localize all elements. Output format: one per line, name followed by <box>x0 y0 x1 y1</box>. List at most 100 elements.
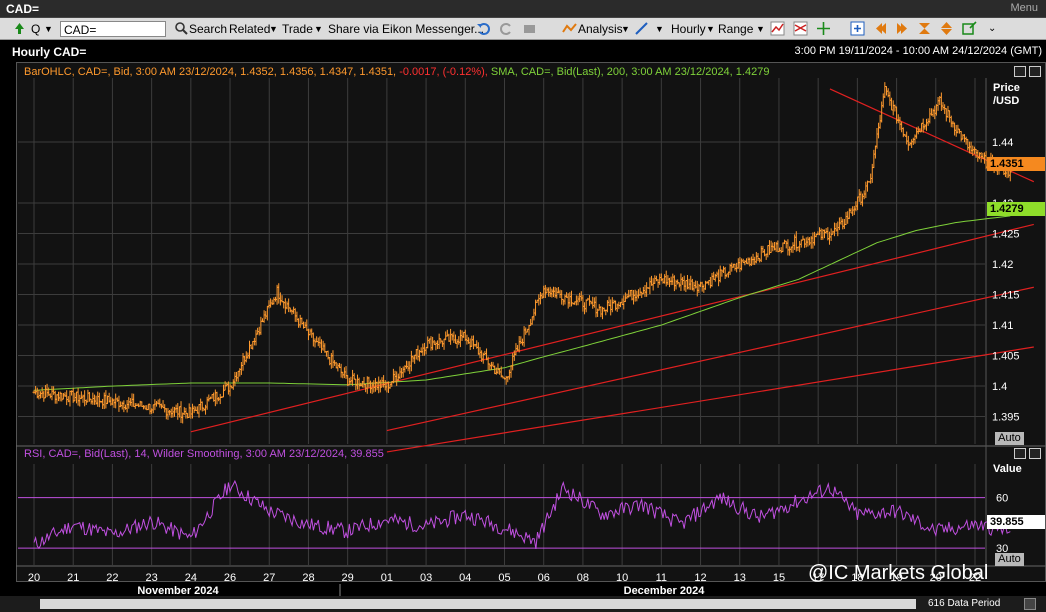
price-bar <box>295 311 299 322</box>
price-bar <box>218 393 222 405</box>
price-bar <box>395 371 399 386</box>
x-day-tick-label: 27 <box>263 572 275 584</box>
price-bar <box>682 275 686 291</box>
price-bar <box>431 336 435 351</box>
time-scrollbar[interactable] <box>40 599 916 609</box>
sma-value-badge: 1.4279 <box>987 202 1045 216</box>
price-bar <box>101 398 105 409</box>
price-bar <box>298 314 302 328</box>
price-bar <box>587 295 591 306</box>
price-bar <box>449 328 453 345</box>
sma-legend-text: SMA, CAD=, Bid(Last), 200, 3:00 AM 23/12… <box>490 66 770 78</box>
price-bar <box>718 265 722 283</box>
rsi-axis-title: Value <box>993 463 1022 475</box>
maximize-pane-icon[interactable] <box>1014 66 1026 77</box>
price-bar <box>875 128 879 149</box>
price-bar <box>923 124 927 130</box>
price-bar <box>781 242 785 253</box>
price-bar <box>954 124 958 137</box>
price-bar <box>60 392 64 402</box>
x-day-tick-label: 26 <box>224 572 236 584</box>
price-bar <box>176 403 180 420</box>
price-bar <box>676 279 680 285</box>
price-bar <box>257 326 261 336</box>
price-bar <box>437 333 441 349</box>
price-tick-label: 1.42 <box>992 259 1013 271</box>
scroll-end-button[interactable] <box>1024 598 1036 610</box>
x-day-tick-label: 08 <box>577 572 589 584</box>
x-day-tick-label: 03 <box>420 572 432 584</box>
price-bar <box>426 336 430 349</box>
price-bar <box>964 136 968 145</box>
price-bar <box>609 299 613 316</box>
price-bar <box>959 130 963 142</box>
x-day-tick-label: 29 <box>342 572 354 584</box>
price-bar <box>125 400 129 413</box>
price-bar <box>383 380 387 391</box>
price-bar <box>558 289 562 298</box>
price-bar <box>57 391 61 402</box>
price-bar <box>873 145 877 159</box>
price-bar <box>594 296 598 318</box>
price-bar <box>925 118 929 131</box>
price-bar <box>819 228 823 241</box>
price-bar <box>548 286 552 298</box>
price-bar <box>117 395 121 412</box>
price-bar <box>620 298 624 305</box>
price-bar <box>881 93 885 108</box>
price-bar <box>710 272 714 287</box>
price-bar <box>421 343 425 356</box>
price-bar <box>640 291 644 299</box>
x-day-tick-label: 10 <box>616 572 628 584</box>
price-bar <box>898 116 902 131</box>
close-pane-icon[interactable] <box>1029 66 1041 77</box>
price-bar <box>287 298 291 313</box>
price-bar <box>948 110 952 123</box>
close-rsi-pane-icon[interactable] <box>1029 448 1041 459</box>
price-bar <box>290 309 294 315</box>
price-bar <box>285 301 289 310</box>
price-bar <box>339 363 343 378</box>
price-bar <box>76 387 80 406</box>
trendlines <box>190 88 1035 453</box>
price-bar <box>756 253 760 262</box>
x-day-tick-label: 28 <box>302 572 314 584</box>
price-bar <box>769 240 773 254</box>
price-bar <box>310 328 314 338</box>
price-bar <box>476 342 480 355</box>
price-bar <box>576 295 580 306</box>
rsi-auto-scale-button[interactable]: Auto <box>995 553 1024 566</box>
price-bar <box>455 339 459 349</box>
price-bar <box>150 408 154 414</box>
price-bar <box>401 366 405 378</box>
price-bar <box>236 370 240 382</box>
price-bar <box>895 106 899 124</box>
price-bar <box>799 239 803 248</box>
price-series <box>32 82 1012 424</box>
price-bar <box>416 345 420 361</box>
maximize-rsi-pane-icon[interactable] <box>1014 448 1026 459</box>
price-auto-scale-button[interactable]: Auto <box>995 432 1024 445</box>
price-bar <box>215 391 219 405</box>
price-bar <box>55 394 59 404</box>
price-bar <box>837 217 841 231</box>
status-bar: 616 Data Period <box>0 596 1046 612</box>
price-bar <box>953 122 957 136</box>
price-bar <box>622 295 626 310</box>
price-bar <box>530 316 534 325</box>
price-bar <box>137 403 141 408</box>
price-tick-label: 1.395 <box>992 412 1020 424</box>
price-bar <box>656 279 660 288</box>
rsi-legend: RSI, CAD=, Bid(Last), 14, Wilder Smoothi… <box>24 448 384 460</box>
price-bar <box>561 298 565 306</box>
price-bar <box>200 401 204 412</box>
price-tick-label: 1.415 <box>992 290 1020 302</box>
price-bar <box>861 193 865 207</box>
ohlc-change-text: -0.0017, (-0.12%), <box>399 66 488 78</box>
price-bar <box>870 163 874 183</box>
price-bar <box>794 231 798 252</box>
price-bar <box>199 398 203 411</box>
price-bar <box>849 208 853 214</box>
price-bar <box>514 343 518 356</box>
price-bar <box>722 266 726 274</box>
